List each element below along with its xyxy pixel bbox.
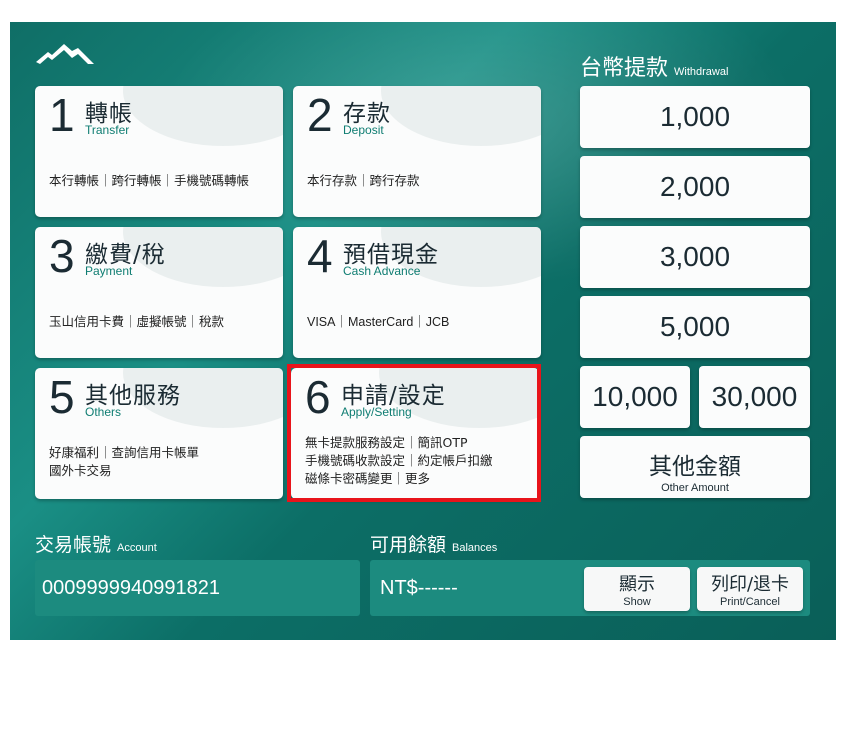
menu-number: 5 bbox=[49, 371, 75, 423]
menu-transfer[interactable]: 1 轉帳 Transfer 本行轉帳｜跨行轉帳｜手機號碼轉帳 bbox=[35, 86, 283, 217]
print-cancel-label: 列印/退卡 bbox=[710, 574, 790, 595]
menu-apply-setting[interactable]: 6 申請/設定 Apply/Setting 無卡提款服務設定｜簡訊OTP 手機號… bbox=[291, 368, 539, 499]
menu-others[interactable]: 5 其他服務 Others 好康福利｜查詢信用卡帳單 國外卡交易 bbox=[35, 368, 283, 499]
menu-desc: 好康福利｜查詢信用卡帳單 bbox=[49, 445, 200, 460]
amount-10000-button[interactable]: 10,000 bbox=[580, 366, 690, 428]
print-cancel-label-en: Print/Cancel bbox=[720, 596, 780, 608]
account-number-field: 0009999940991821 bbox=[35, 560, 360, 616]
menu-deposit[interactable]: 2 存款 Deposit 本行存款｜跨行存款 bbox=[293, 86, 541, 217]
balance-label-en: Balances bbox=[452, 542, 498, 554]
amount-30000-button[interactable]: 30,000 bbox=[699, 366, 810, 428]
menu-subtitle: Deposit bbox=[343, 123, 384, 137]
amount-3000-button[interactable]: 3,000 bbox=[580, 226, 810, 288]
account-label-text: 交易帳號 bbox=[35, 534, 112, 556]
balance-value: NT$------ bbox=[380, 577, 458, 599]
menu-subtitle: Payment bbox=[85, 264, 133, 278]
menu-desc: 國外卡交易 bbox=[49, 463, 112, 478]
account-label-en: Account bbox=[117, 542, 157, 554]
menu-subtitle: Transfer bbox=[85, 123, 130, 137]
show-button-label-en: Show bbox=[623, 596, 651, 608]
amount-1000-button[interactable]: 1,000 bbox=[580, 86, 810, 148]
menu-subtitle: Cash Advance bbox=[343, 264, 421, 278]
show-button-label: 顯示 bbox=[619, 574, 655, 595]
amount-5000-button[interactable]: 5,000 bbox=[580, 296, 810, 358]
menu-desc: 無卡提款服務設定｜簡訊OTP bbox=[305, 435, 468, 450]
atm-screen: 1 轉帳 Transfer 本行轉帳｜跨行轉帳｜手機號碼轉帳 2 存款 Depo… bbox=[10, 22, 836, 640]
menu-number: 6 bbox=[305, 371, 331, 423]
menu-desc: 玉山信用卡費｜虛擬帳號｜稅款 bbox=[49, 314, 225, 329]
account-label: 交易帳號 Account bbox=[35, 530, 157, 557]
menu-desc: 磁條卡密碼變更｜更多 bbox=[305, 471, 431, 486]
withdrawal-title-text: 台幣提款 bbox=[580, 56, 669, 81]
menu-desc: 手機號碼收款設定｜約定帳戶扣繳 bbox=[305, 453, 493, 468]
menu-desc: 本行轉帳｜跨行轉帳｜手機號碼轉帳 bbox=[49, 173, 250, 188]
menu-number: 2 bbox=[307, 89, 333, 141]
other-amount-button[interactable]: 其他金額 Other Amount bbox=[580, 436, 810, 498]
menu-number: 3 bbox=[49, 230, 75, 282]
amount-2000-button[interactable]: 2,000 bbox=[580, 156, 810, 218]
withdrawal-title: 台幣提款 Withdrawal bbox=[580, 50, 728, 82]
print-cancel-button[interactable]: 列印/退卡 Print/Cancel bbox=[697, 567, 803, 611]
other-amount-label-en: Other Amount bbox=[661, 482, 729, 494]
show-button[interactable]: 顯示 Show bbox=[584, 567, 690, 611]
menu-number: 1 bbox=[49, 89, 75, 141]
mountain-logo-icon bbox=[36, 44, 94, 64]
withdrawal-title-en: Withdrawal bbox=[674, 66, 729, 78]
menu-subtitle: Others bbox=[85, 405, 122, 419]
balance-label: 可用餘額 Balances bbox=[370, 530, 497, 557]
menu-number: 4 bbox=[307, 230, 333, 282]
balance-label-text: 可用餘額 bbox=[370, 534, 447, 556]
other-amount-label: 其他金額 bbox=[649, 453, 741, 479]
menu-subtitle: Apply/Setting bbox=[341, 405, 412, 419]
menu-desc: VISA｜MasterCard｜JCB bbox=[307, 315, 450, 329]
menu-desc: 本行存款｜跨行存款 bbox=[307, 173, 420, 188]
menu-cash-advance[interactable]: 4 預借現金 Cash Advance VISA｜MasterCard｜JCB bbox=[293, 227, 541, 358]
menu-payment[interactable]: 3 繳費/稅 Payment 玉山信用卡費｜虛擬帳號｜稅款 bbox=[35, 227, 283, 358]
